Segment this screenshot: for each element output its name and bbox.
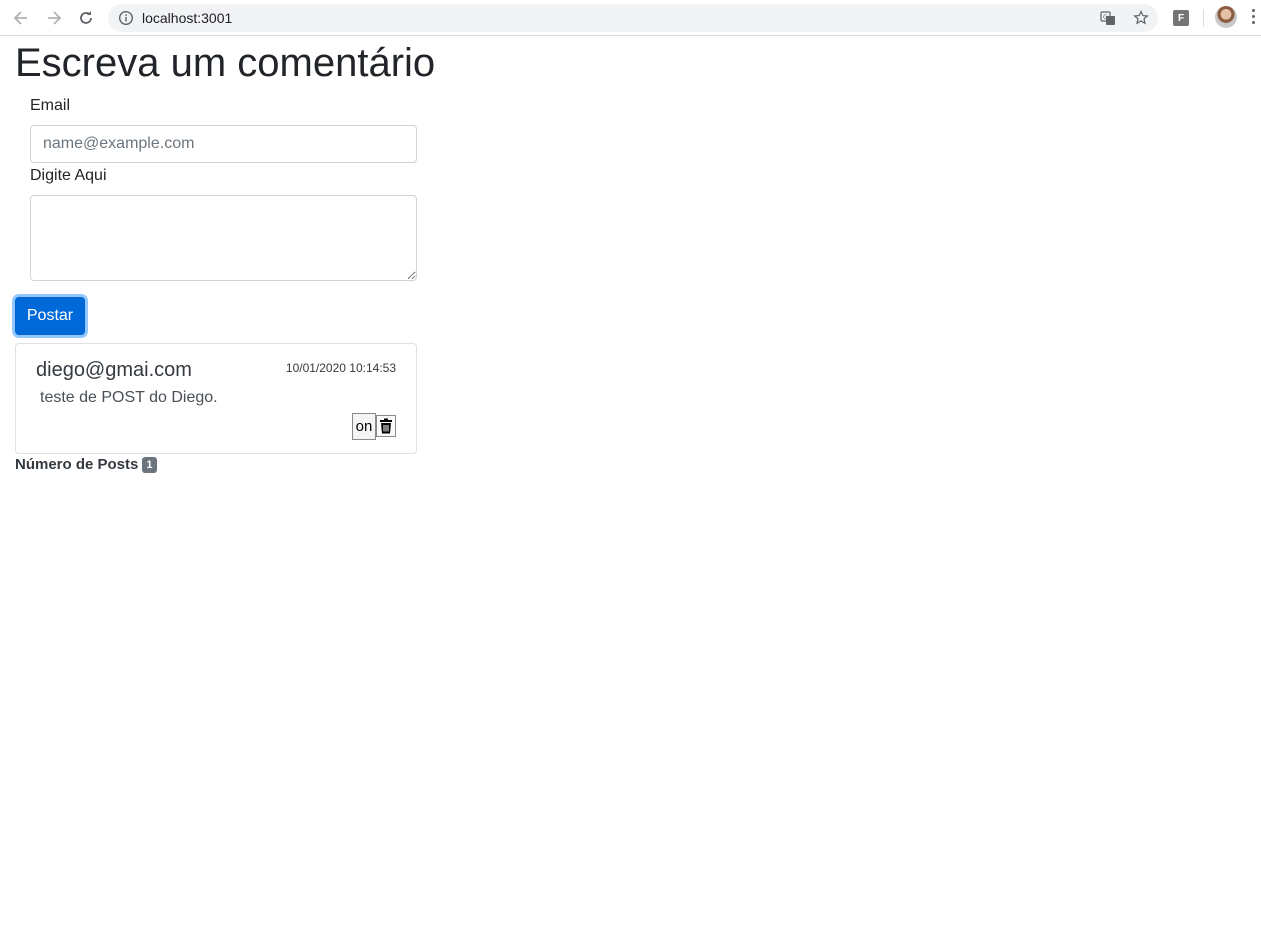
url-text: localhost:3001 [142,10,233,26]
message-textarea[interactable] [30,195,417,281]
back-arrow-icon [13,11,27,25]
post-timestamp: 10/01/2020 10:14:53 [285,361,396,375]
posts-count-badge: 1 [142,457,157,473]
profile-avatar[interactable] [1215,6,1237,28]
message-label: Digite Aqui [30,167,107,184]
posts-count-label: Número de Posts [15,456,139,473]
translate-icon[interactable]: G [1100,10,1116,26]
reload-button[interactable] [74,6,98,30]
email-label: Email [30,97,71,114]
info-icon[interactable] [118,10,134,26]
menu-kebab-icon[interactable] [1251,9,1257,27]
forward-arrow-icon [48,11,62,25]
post-toggle-button[interactable]: on [352,413,376,440]
trash-icon [380,418,392,434]
posts-count: Número de Posts 1 [15,455,157,475]
address-bar[interactable]: localhost:3001 G [108,4,1158,32]
reload-icon [80,11,92,24]
email-input[interactable] [30,125,417,163]
toolbar-divider [1203,9,1204,27]
back-button[interactable] [9,6,33,30]
bookmark-star-icon[interactable] [1133,10,1149,26]
post-card: diego@gmai.com 10/01/2020 10:14:53 teste… [15,343,417,454]
extension-icon[interactable]: F [1173,10,1189,26]
post-author-email: diego@gmai.com [36,359,192,381]
svg-text:G: G [1103,14,1108,21]
delete-post-button[interactable] [376,415,396,437]
post-text: teste de POST do Diego. [40,389,218,406]
browser-toolbar: localhost:3001 G F [0,0,1261,36]
forward-button[interactable] [42,6,66,30]
page-title: Escreva um comentário [15,41,436,85]
post-button[interactable]: Postar [15,297,85,335]
